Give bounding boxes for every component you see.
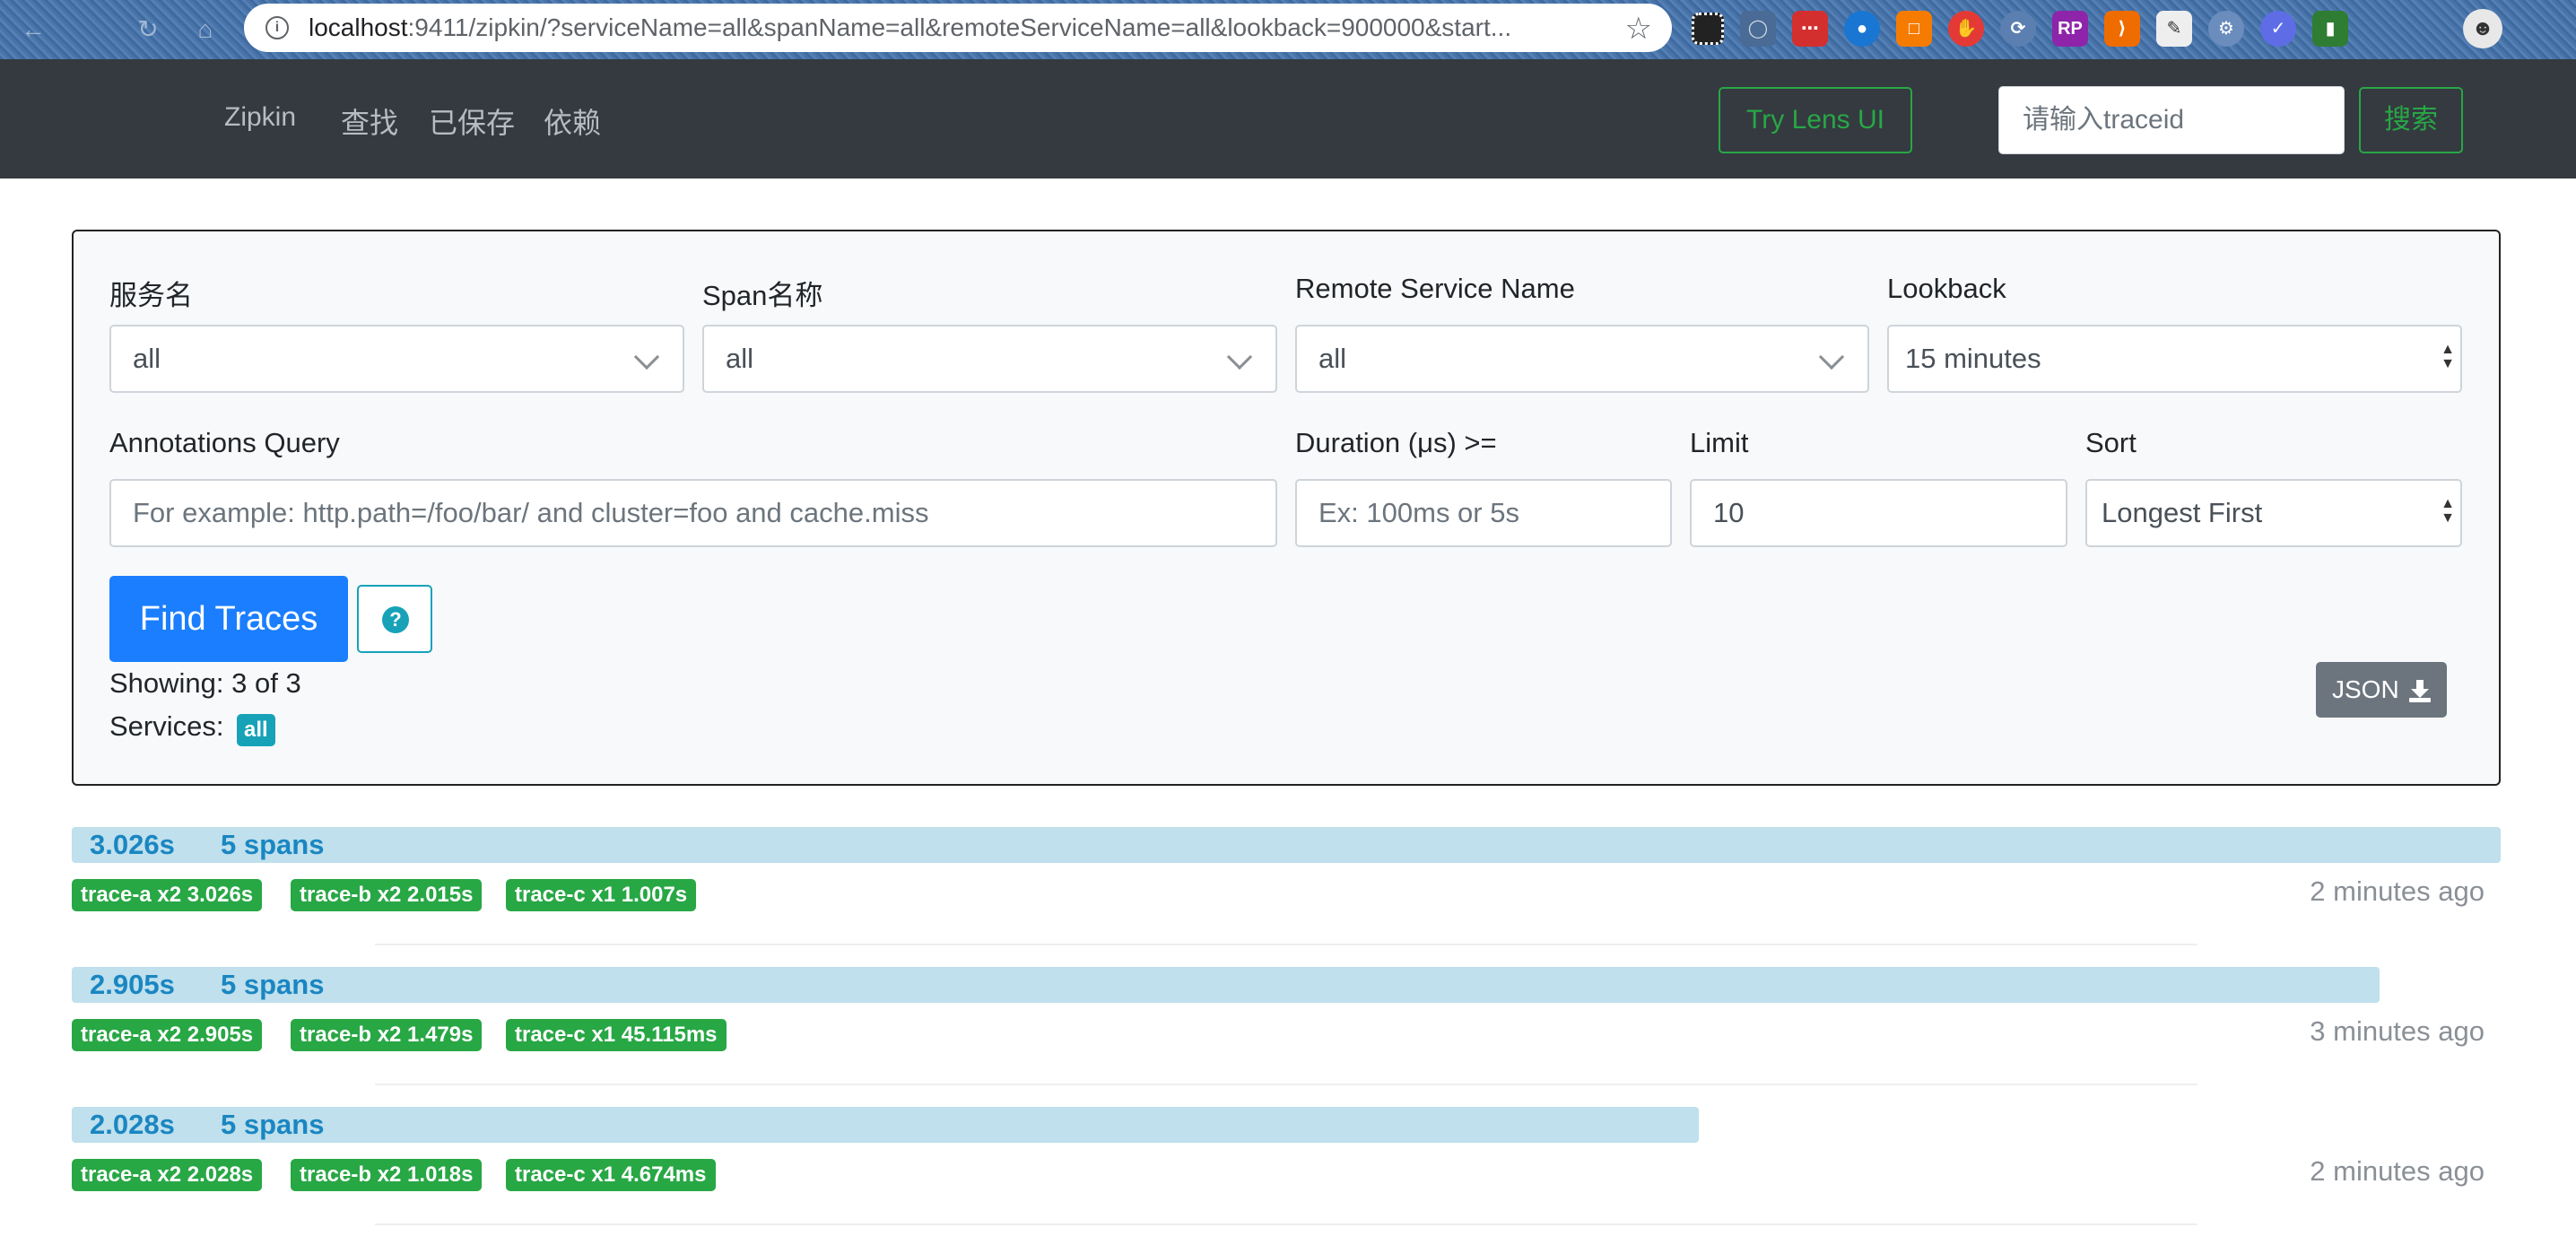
service-badge-trace-c: trace-c x1 4.674ms	[506, 1159, 716, 1191]
stop-extension-icon[interactable]: ✋	[1948, 11, 1984, 47]
sort-value: Longest First	[2102, 497, 2263, 528]
limit-label: Limit	[1690, 427, 1749, 458]
help-button[interactable]: ?	[357, 585, 432, 653]
translate-extension-icon[interactable]: □	[1896, 11, 1932, 47]
service-name-label: 服务名	[109, 280, 193, 311]
service-badge-trace-a: trace-a x2 2.905s	[72, 1019, 263, 1051]
annotations-query-input[interactable]: For example: http.path=/foo/bar/ and clu…	[109, 479, 1277, 547]
trace-duration: 3.026s	[90, 829, 175, 860]
find-traces-button[interactable]: Find Traces	[109, 576, 348, 662]
back-icon[interactable]: ←	[16, 13, 50, 47]
question-icon: ?	[382, 606, 409, 633]
nav-dependencies[interactable]: 依赖	[544, 100, 601, 142]
reload-icon[interactable]: ↻	[131, 13, 165, 47]
chevron-down-icon	[1226, 344, 1253, 370]
puzzle-extension-icon[interactable]: ▮	[2312, 11, 2348, 47]
browser-chrome: ← ↻ ⌂ i localhost:9411/zipkin/?serviceNa…	[0, 0, 2576, 59]
trace-time-ago: 2 minutes ago	[2310, 875, 2485, 907]
sort-label: Sort	[2085, 427, 2137, 458]
remote-service-select[interactable]: all	[1295, 325, 1869, 393]
json-download-button[interactable]: JSON	[2316, 662, 2447, 718]
span-name-select[interactable]: all	[702, 325, 1277, 393]
check-extension-icon[interactable]: ✓	[2260, 11, 2296, 47]
traceid-input[interactable]: 请输入traceid	[1998, 86, 2345, 154]
trace-span-count: 5 spans	[221, 1109, 325, 1140]
trace-time-ago: 3 minutes ago	[2310, 1015, 2485, 1047]
select-arrows-icon: ▲ ▼	[2441, 496, 2455, 526]
star-icon[interactable]: ☆	[1625, 11, 1652, 47]
span-name-value: all	[726, 343, 754, 374]
select-arrows-icon: ▲ ▼	[2441, 342, 2455, 371]
trace-span-count: 5 spans	[221, 829, 325, 860]
trace-divider	[375, 944, 2197, 945]
sort-select[interactable]: Longest First ▲ ▼	[2085, 479, 2462, 547]
extension-toolbar: ◯ ⋯ ● □ ✋ ⟳ RP ⟩ ✎ ⚙ ✓ ▮	[1692, 11, 2348, 47]
url-text[interactable]: localhost:9411/zipkin/?serviceName=all&s…	[309, 13, 1600, 42]
trace-duration-bar[interactable]: 2.905s 5 spans	[72, 967, 2380, 1003]
remote-service-value: all	[1318, 343, 1347, 374]
services-badge: all	[237, 714, 275, 746]
annotations-query-label: Annotations Query	[109, 427, 340, 458]
service-badge-trace-b: trace-b x2 1.018s	[291, 1159, 483, 1191]
trace-duration: 2.028s	[90, 1109, 175, 1140]
home-icon[interactable]: ⌂	[188, 13, 222, 47]
trace-duration-bar[interactable]: 2.028s 5 spans	[72, 1107, 1699, 1143]
trace-duration: 2.905s	[90, 969, 175, 1000]
service-badge-trace-c: trace-c x1 1.007s	[506, 879, 697, 911]
lookback-label: Lookback	[1887, 273, 2006, 304]
shield-extension-icon[interactable]: ◯	[1740, 11, 1776, 47]
service-badge-trace-b: trace-b x2 2.015s	[291, 879, 483, 911]
nav-find[interactable]: 查找	[341, 100, 398, 142]
globe-extension-icon[interactable]: ●	[1844, 11, 1880, 47]
swirl-extension-icon[interactable]: ⟳	[2000, 11, 2036, 47]
profile-avatar-icon[interactable]: ☻	[2463, 9, 2502, 48]
service-name-select[interactable]: all	[109, 325, 684, 393]
service-badge-trace-a: trace-a x2 2.028s	[72, 1159, 263, 1191]
url-host: localhost	[309, 13, 408, 41]
limit-input[interactable]: 10	[1690, 479, 2067, 547]
code-extension-icon[interactable]: ⟩	[2104, 11, 2140, 47]
gear-extension-icon[interactable]: ⚙	[2208, 11, 2244, 47]
rp-extension-icon[interactable]: RP	[2052, 11, 2088, 47]
chevron-down-icon	[1818, 344, 1845, 370]
dots-extension-icon[interactable]: ⋯	[1792, 11, 1828, 47]
url-path: :9411/zipkin/?serviceName=all&spanName=a…	[407, 13, 1512, 41]
app-navbar: Zipkin 查找 已保存 依赖 Try Lens UI 请输入traceid …	[0, 59, 2576, 178]
lookback-select[interactable]: 15 minutes ▲ ▼	[1887, 325, 2462, 393]
showing-count: Showing: 3 of 3	[109, 667, 301, 699]
trace-duration-bar[interactable]: 3.026s 5 spans	[72, 827, 2501, 863]
trace-span-count: 5 spans	[221, 969, 325, 1000]
address-bar[interactable]: i localhost:9411/zipkin/?serviceName=all…	[244, 4, 1672, 52]
remote-service-label: Remote Service Name	[1295, 273, 1575, 304]
notes-extension-icon[interactable]: ✎	[2156, 11, 2192, 47]
qr-extension-icon[interactable]	[1692, 13, 1724, 45]
service-badge-trace-c: trace-c x1 45.115ms	[506, 1019, 727, 1051]
info-icon[interactable]: i	[265, 16, 289, 39]
service-name-value: all	[133, 343, 161, 374]
service-badge-trace-b: trace-b x2 1.479s	[291, 1019, 483, 1051]
trace-time-ago: 2 minutes ago	[2310, 1155, 2485, 1187]
download-icon	[2409, 680, 2431, 702]
span-name-label: Span名称	[702, 280, 823, 311]
service-badge-trace-a: trace-a x2 3.026s	[72, 879, 263, 911]
brand-link[interactable]: Zipkin	[224, 102, 296, 133]
try-lens-ui-button[interactable]: Try Lens UI	[1719, 87, 1912, 153]
trace-divider	[375, 1223, 2197, 1225]
trace-divider	[375, 1084, 2197, 1085]
nav-saved[interactable]: 已保存	[429, 100, 515, 142]
lookback-value: 15 minutes	[1905, 343, 2041, 374]
chevron-down-icon	[633, 344, 660, 370]
duration-input[interactable]: Ex: 100ms or 5s	[1295, 479, 1672, 547]
json-button-label: JSON	[2332, 675, 2399, 703]
duration-label: Duration (μs) >=	[1295, 427, 1497, 458]
services-label: Services:	[109, 710, 224, 742]
search-button[interactable]: 搜索	[2359, 87, 2463, 153]
